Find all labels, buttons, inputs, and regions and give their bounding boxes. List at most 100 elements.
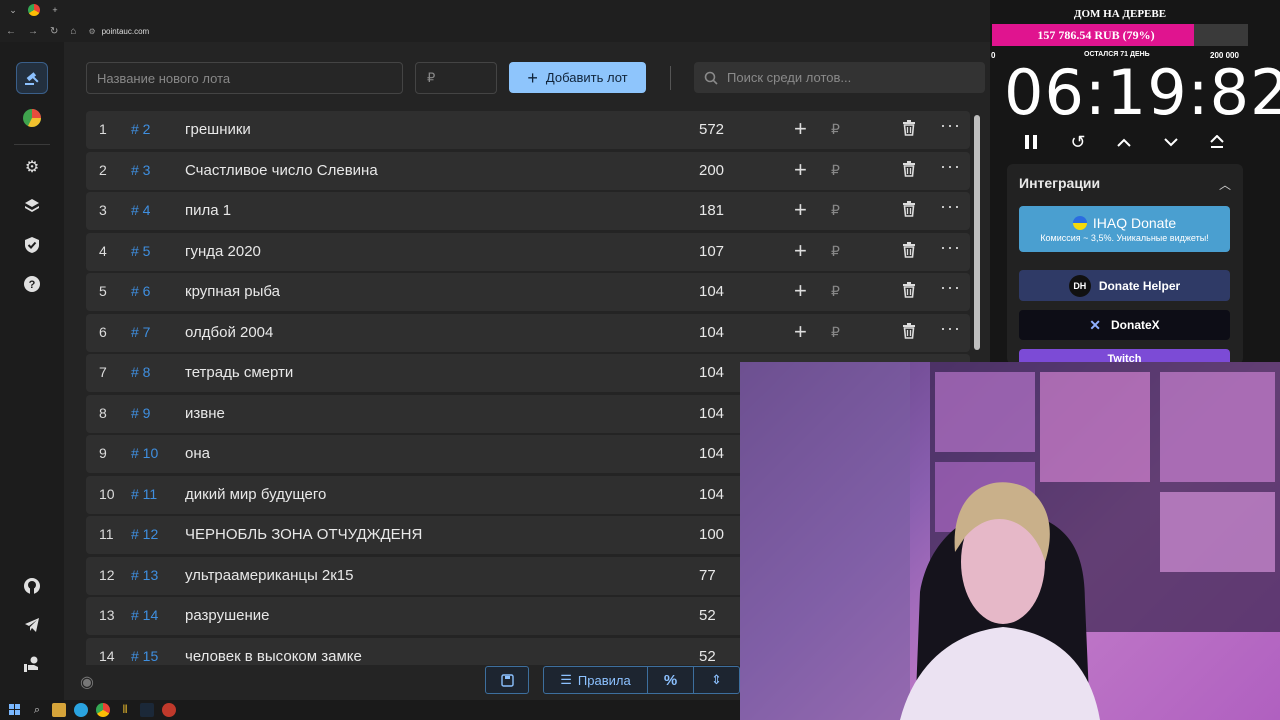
percent-button[interactable]: % (647, 666, 694, 694)
reset-icon[interactable]: ↺ (1064, 128, 1092, 156)
telegram-taskbar-icon[interactable] (74, 703, 88, 717)
donate-helper-button[interactable]: DH Donate Helper (1019, 270, 1230, 301)
help-icon[interactable]: ? (16, 268, 48, 300)
add-amount-icon[interactable]: + (794, 117, 807, 141)
lot-name[interactable]: дикий мир будущего (185, 486, 326, 503)
gear-icon[interactable]: ⚙ (16, 151, 48, 183)
lot-amount[interactable]: 100 (699, 526, 724, 543)
rub-input-icon[interactable]: ₽ (831, 283, 840, 300)
scrollbar[interactable] (974, 115, 980, 350)
lot-name[interactable]: грешники (185, 121, 251, 138)
lot-amount[interactable]: 200 (699, 162, 724, 179)
file-explorer-icon[interactable] (52, 703, 66, 717)
obs-taskbar-icon[interactable] (162, 703, 176, 717)
lot-amount[interactable]: 104 (699, 445, 724, 462)
forward-icon[interactable]: → (28, 26, 38, 37)
lot-row[interactable]: 5 # 6 крупная рыба 104 + ₽ ··· (86, 273, 970, 311)
lot-amount[interactable]: 104 (699, 486, 724, 503)
reload-icon[interactable]: ↻ (50, 26, 58, 37)
lot-amount[interactable]: 104 (699, 324, 724, 341)
lot-name-input[interactable]: Название нового лота (86, 62, 403, 94)
home-icon[interactable]: ⌂ (70, 26, 76, 37)
add-amount-icon[interactable]: + (794, 157, 807, 182)
lot-amount[interactable]: 181 (699, 202, 724, 219)
chevron-up-icon[interactable]: ︿ (1219, 176, 1231, 193)
new-tab-icon[interactable]: + (48, 3, 62, 17)
lot-name[interactable]: ультраамериканцы 2к15 (185, 567, 354, 584)
lot-name[interactable]: олдбой 2004 (185, 324, 273, 341)
rules-button[interactable]: ☰ Правила (543, 666, 648, 694)
lot-price-input[interactable]: ₽ (415, 62, 497, 94)
lot-amount[interactable]: 572 (699, 121, 724, 138)
lot-amount[interactable]: 104 (699, 364, 724, 381)
more-icon[interactable]: ··· (940, 156, 961, 177)
add-lot-button[interactable]: + Добавить лот (509, 62, 646, 93)
more-icon[interactable]: ··· (940, 115, 961, 136)
windows-start-icon[interactable] (8, 703, 22, 717)
trash-icon[interactable] (902, 120, 916, 140)
search-input[interactable]: Поиск среди лотов... (694, 62, 985, 93)
rub-input-icon[interactable]: ₽ (831, 202, 840, 219)
lot-name[interactable]: тетрадь смерти (185, 364, 293, 381)
github-icon[interactable] (16, 570, 48, 602)
url-field[interactable]: ⚙ pointauc.com (88, 27, 149, 36)
lot-name[interactable]: разрушение (185, 607, 269, 624)
lot-name[interactable]: крупная рыба (185, 283, 280, 300)
donate-hand-icon[interactable] (16, 648, 48, 680)
rub-input-icon[interactable]: ₽ (831, 324, 840, 341)
search-icon[interactable]: ⌕ (30, 703, 44, 717)
chrome-taskbar-icon[interactable] (96, 703, 110, 717)
lot-row[interactable]: 1 # 2 грешники 572 + ₽ ··· (86, 111, 970, 149)
lot-name[interactable]: гунда 2020 (185, 243, 261, 260)
site-info-icon[interactable]: ⚙ (88, 27, 95, 36)
trash-icon[interactable] (902, 322, 916, 343)
lot-name[interactable]: Счастливое число Слевина (185, 162, 378, 179)
more-icon[interactable]: ··· (940, 237, 961, 258)
lot-amount[interactable]: 104 (699, 283, 724, 300)
chevron-down-icon[interactable] (1157, 128, 1185, 156)
add-amount-icon[interactable]: + (794, 279, 807, 303)
app-taskbar-icon[interactable]: ⫴ (118, 703, 132, 717)
wheel-icon[interactable] (16, 102, 48, 134)
trash-icon[interactable] (902, 160, 916, 181)
lot-name[interactable]: ЧЕРНОБЛЬ ЗОНА ОТЧУДЖДЕНЯ (185, 526, 422, 543)
auction-icon[interactable] (16, 62, 48, 94)
rub-input-icon[interactable]: ₽ (831, 243, 840, 260)
trash-icon[interactable] (902, 201, 916, 221)
shield-icon[interactable] (16, 229, 48, 261)
more-icon[interactable]: ··· (940, 196, 961, 217)
save-button[interactable] (485, 666, 529, 694)
lot-amount[interactable]: 52 (699, 607, 716, 624)
layers-icon[interactable] (16, 190, 48, 222)
pause-icon[interactable] (1017, 128, 1045, 156)
chevron-up-icon[interactable] (1110, 128, 1138, 156)
add-amount-icon[interactable]: + (794, 319, 807, 344)
add-amount-icon[interactable]: + (794, 238, 807, 263)
double-up-icon[interactable] (1203, 128, 1231, 156)
lot-row[interactable]: 3 # 4 пила 1 181 + ₽ ··· (86, 192, 970, 230)
lot-name[interactable]: извне (185, 405, 225, 422)
lot-amount[interactable]: 77 (699, 567, 716, 584)
lot-name[interactable]: она (185, 445, 210, 462)
split-icon[interactable]: ⇕ (693, 666, 740, 694)
more-icon[interactable]: ··· (940, 318, 961, 339)
trash-icon[interactable] (902, 241, 916, 262)
lot-amount[interactable]: 107 (699, 243, 724, 260)
tab-favicon-icon[interactable] (28, 4, 40, 16)
more-icon[interactable]: ··· (940, 277, 961, 298)
add-amount-icon[interactable]: + (794, 198, 807, 222)
trash-icon[interactable] (902, 282, 916, 302)
lot-row[interactable]: 6 # 7 олдбой 2004 104 + ₽ ··· (86, 313, 970, 352)
lot-row[interactable]: 2 # 3 Счастливое число Слевина 200 + ₽ ··· (86, 151, 970, 190)
rub-input-icon[interactable]: ₽ (831, 162, 840, 179)
back-icon[interactable]: ← (6, 26, 16, 37)
lot-amount[interactable]: 52 (699, 648, 716, 665)
eye-icon[interactable]: ◉ (80, 672, 94, 692)
lot-row[interactable]: 4 # 5 гунда 2020 107 + ₽ ··· (86, 232, 970, 271)
donatex-button[interactable]: ✕ DonateX (1019, 310, 1230, 340)
ihaq-donate-button[interactable]: IHAQ Donate Комиссия ~ 3,5%. Уникальные … (1019, 206, 1230, 252)
tab-list-icon[interactable]: ⌄ (6, 3, 20, 17)
telegram-icon[interactable] (16, 609, 48, 641)
lot-amount[interactable]: 104 (699, 405, 724, 422)
rub-input-icon[interactable]: ₽ (831, 121, 840, 138)
